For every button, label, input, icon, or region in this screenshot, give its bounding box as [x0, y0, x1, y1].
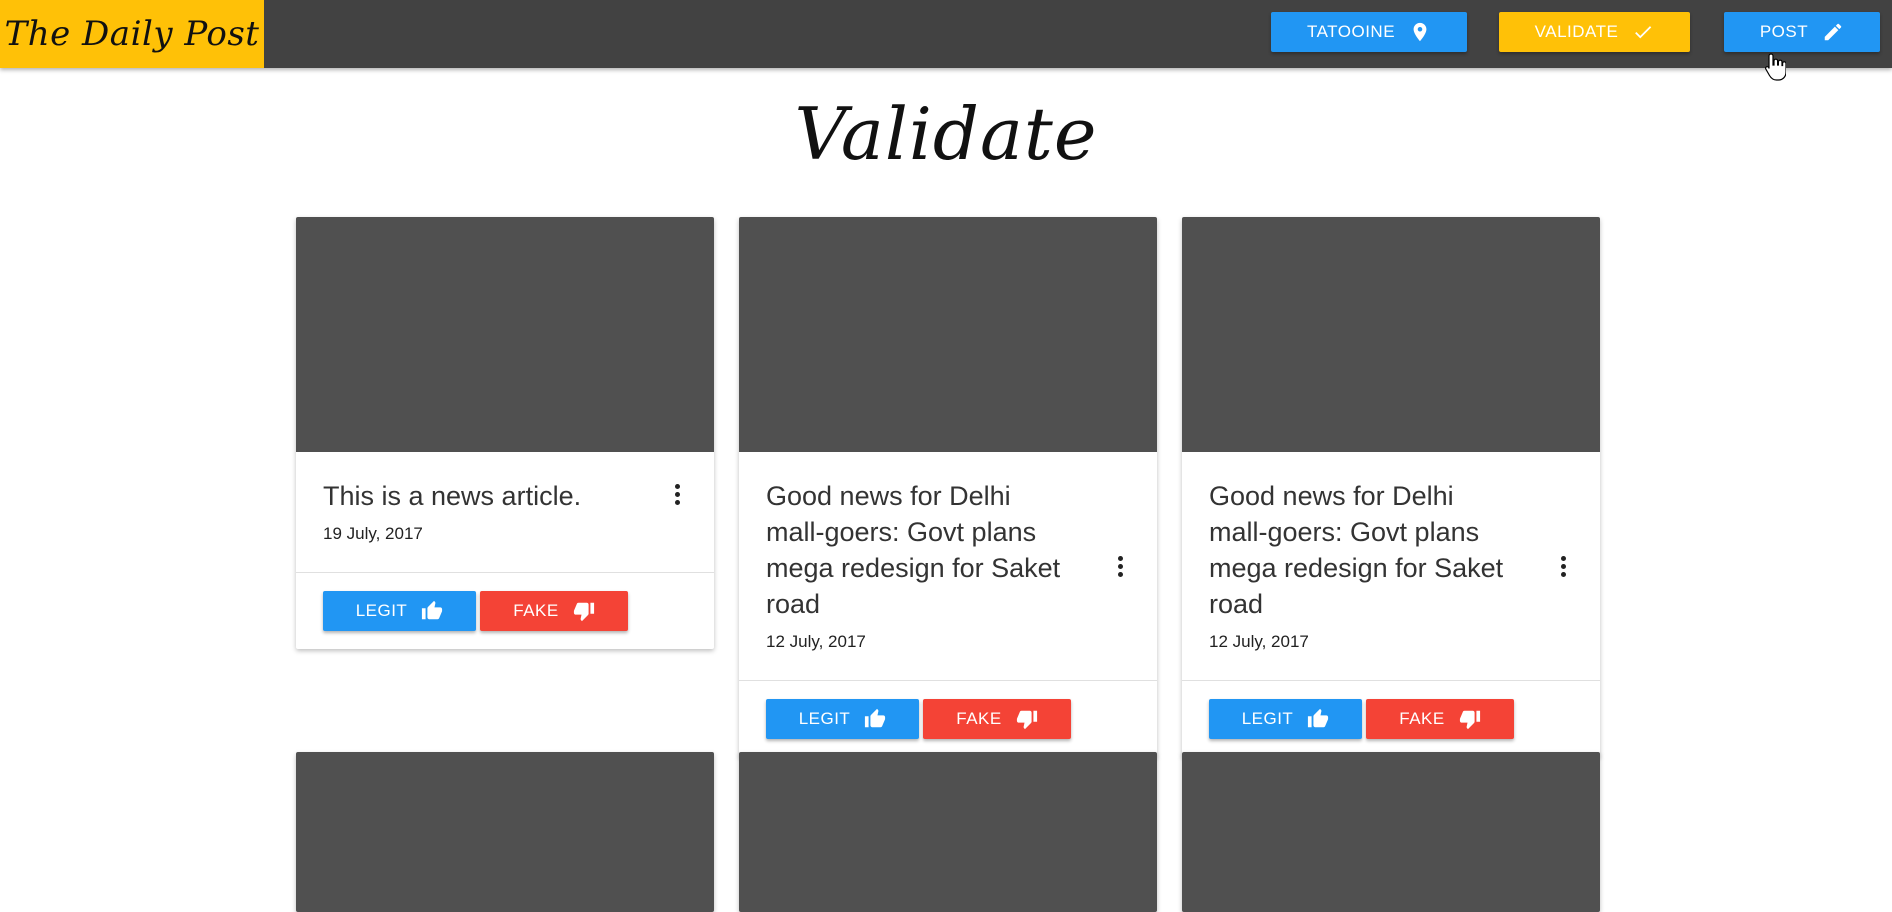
article-card-partial — [1182, 752, 1600, 912]
article-card: Good news for Delhi mall-goers: Govt pla… — [739, 217, 1157, 757]
article-image-placeholder — [296, 217, 714, 452]
article-title[interactable]: Good news for Delhi mall-goers: Govt pla… — [1209, 478, 1573, 622]
fake-label: FAKE — [956, 709, 1002, 728]
validate-nav-button[interactable]: VALIDATE — [1499, 12, 1690, 52]
article-title[interactable]: This is a news article. — [323, 478, 687, 514]
thumbs-down-icon — [1016, 710, 1037, 730]
article-card-partial — [296, 752, 714, 912]
post-nav-label: POST — [1759, 22, 1809, 41]
brand-logo[interactable]: The Daily Post — [0, 0, 264, 68]
fake-button[interactable]: FAKE — [923, 699, 1071, 739]
article-title[interactable]: Good news for Delhi mall-goers: Govt pla… — [766, 478, 1130, 622]
page-title: Validate — [794, 92, 1098, 176]
pencil-icon — [1824, 23, 1842, 41]
hand-cursor-icon — [1765, 53, 1786, 81]
more-vert-icon[interactable] — [674, 484, 680, 506]
post-nav-button[interactable]: POST — [1724, 12, 1880, 52]
fake-label: FAKE — [1399, 709, 1445, 728]
top-navbar: The Daily Post TATOOINE VALIDATE POST — [0, 0, 1892, 68]
article-image-placeholder — [1182, 217, 1600, 452]
fake-label: FAKE — [513, 601, 559, 620]
article-card-partial — [739, 752, 1157, 912]
legit-button[interactable]: LEGIT — [323, 591, 476, 631]
check-icon — [1635, 26, 1652, 39]
article-date: 12 July, 2017 — [1209, 632, 1309, 651]
location-button-label: TATOOINE — [1306, 22, 1396, 41]
legit-label: LEGIT — [798, 709, 851, 728]
more-vert-icon[interactable] — [1560, 556, 1566, 578]
thumbs-up-icon — [1308, 708, 1329, 728]
location-button[interactable]: TATOOINE — [1271, 12, 1467, 52]
article-card: This is a news article. 19 July, 2017 LE… — [296, 217, 714, 649]
legit-button[interactable]: LEGIT — [1209, 699, 1362, 739]
fake-button[interactable]: FAKE — [480, 591, 628, 631]
thumbs-down-icon — [1459, 710, 1480, 730]
legit-label: LEGIT — [1241, 709, 1294, 728]
article-card: Good news for Delhi mall-goers: Govt pla… — [1182, 217, 1600, 757]
fake-button[interactable]: FAKE — [1366, 699, 1514, 739]
article-date: 12 July, 2017 — [766, 632, 866, 651]
article-image-placeholder — [739, 217, 1157, 452]
thumbs-up-icon — [865, 708, 886, 728]
legit-button[interactable]: LEGIT — [766, 699, 919, 739]
map-pin-icon — [1413, 22, 1427, 42]
brand-title: The Daily Post — [4, 14, 260, 54]
validate-nav-label: VALIDATE — [1534, 22, 1619, 41]
thumbs-up-icon — [422, 600, 443, 620]
article-date: 19 July, 2017 — [323, 524, 423, 543]
legit-label: LEGIT — [355, 601, 408, 620]
more-vert-icon[interactable] — [1117, 556, 1123, 578]
thumbs-down-icon — [573, 602, 594, 622]
